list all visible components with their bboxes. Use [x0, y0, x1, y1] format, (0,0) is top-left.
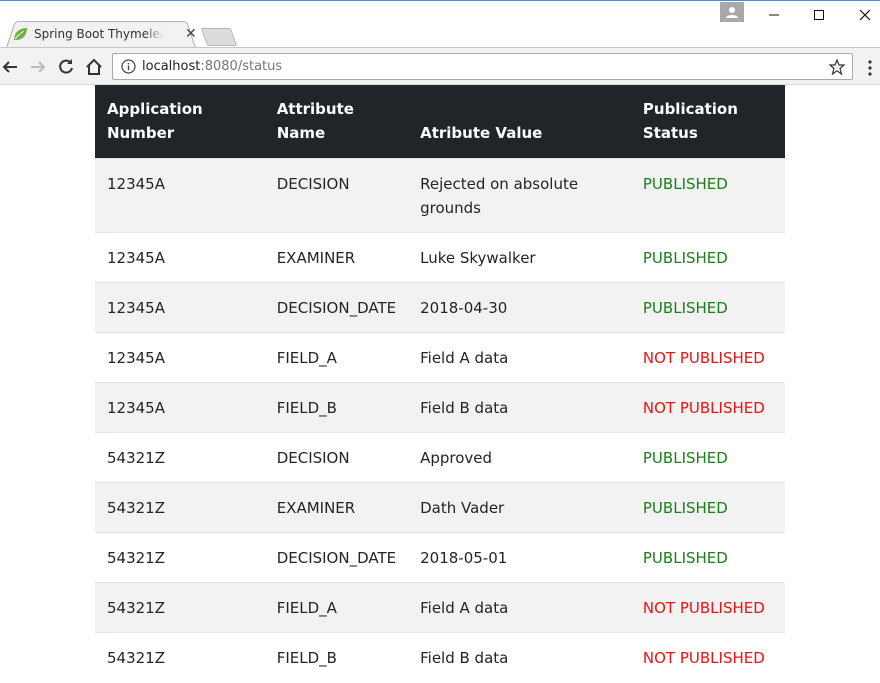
- cell-application-number: 12345A: [95, 332, 265, 383]
- close-icon: [859, 9, 871, 21]
- cell-attribute-value: Field A data: [408, 582, 631, 633]
- cell-publication-status: PUBLISHED: [630, 432, 785, 483]
- cell-publication-status: PUBLISHED: [630, 482, 785, 533]
- close-window-button[interactable]: [850, 3, 880, 27]
- kebab-menu-icon[interactable]: [864, 59, 876, 77]
- table-row: 12345A FIELD_B Field B data NOT PUBLISHED: [95, 382, 785, 433]
- cell-attribute-value: Approved: [408, 432, 631, 483]
- cell-application-number: 12345A: [95, 282, 265, 333]
- person-icon: [726, 7, 738, 18]
- cell-attribute-name: DECISION: [264, 432, 409, 483]
- info-icon[interactable]: [121, 59, 136, 74]
- table-row: 12345A DECISION Rejected on absolute groun…: [95, 158, 785, 233]
- browser-titlebar: Spring Boot Thymeleaf H ✕: [0, 0, 880, 48]
- cell-publication-status: NOT PUBLISHED: [630, 332, 785, 383]
- cell-attribute-name: DECISION_DATE: [264, 282, 409, 333]
- url-text: localhost:8080/status: [142, 59, 283, 74]
- browser-toolbar: localhost:8080/status: [0, 47, 880, 85]
- table-row: 12345A DECISION_DATE 2018-04-30 PUBLISHED: [95, 282, 785, 333]
- table-row: 12345A EXAMINER Luke Skywalker PUBLISHED: [95, 232, 785, 283]
- header-application-number: Application Number: [95, 85, 265, 159]
- cell-attribute-value: Rejected on absolute grounds: [408, 158, 631, 233]
- table-row: 54321Z DECISION Approved PUBLISHED: [95, 432, 785, 483]
- cell-application-number: 12345A: [95, 382, 265, 433]
- cell-attribute-value: 2018-04-30: [408, 282, 631, 333]
- home-icon[interactable]: [84, 57, 104, 77]
- back-arrow-icon[interactable]: [0, 57, 20, 77]
- maximize-button[interactable]: [804, 3, 834, 27]
- cell-attribute-name: DECISION_DATE: [264, 532, 409, 583]
- cell-attribute-value: Field A data: [408, 332, 631, 383]
- maximize-icon: [814, 10, 824, 20]
- header-attribute-name: Attribute Name: [264, 85, 409, 159]
- table-row: 54321Z FIELD_A Field A data NOT PUBLISHED: [95, 582, 785, 633]
- cell-application-number: 54321Z: [95, 432, 265, 483]
- page-content: Application Number Attribute Name Atribu…: [0, 85, 880, 683]
- minimize-button[interactable]: [759, 3, 789, 27]
- new-tab-button[interactable]: [200, 28, 238, 46]
- table-header-row: Application Number Attribute Name Atribu…: [95, 85, 785, 159]
- cell-attribute-value: Field B data: [408, 632, 631, 682]
- cell-attribute-name: EXAMINER: [264, 482, 409, 533]
- header-publication-status: Publication Status: [630, 85, 785, 159]
- cell-application-number: 54321Z: [95, 532, 265, 583]
- cell-publication-status: PUBLISHED: [630, 158, 785, 233]
- cell-attribute-name: FIELD_A: [264, 582, 409, 633]
- cell-attribute-name: FIELD_B: [264, 632, 409, 682]
- table-body: 12345A DECISION Rejected on absolute groun…: [95, 158, 785, 682]
- cell-publication-status: NOT PUBLISHED: [630, 632, 785, 682]
- cell-application-number: 54321Z: [95, 582, 265, 633]
- cell-application-number: 54321Z: [95, 482, 265, 533]
- bookmark-star-icon[interactable]: [829, 59, 845, 75]
- forward-arrow-icon[interactable]: [28, 57, 48, 77]
- cell-attribute-value: Dath Vader: [408, 482, 631, 533]
- cell-application-number: 12345A: [95, 232, 265, 283]
- minimize-icon: [769, 14, 779, 16]
- table-row: 12345A FIELD_A Field A data NOT PUBLISHED: [95, 332, 785, 383]
- cell-attribute-name: EXAMINER: [264, 232, 409, 283]
- cell-publication-status: PUBLISHED: [630, 232, 785, 283]
- browser-tab-content[interactable]: Spring Boot Thymeleaf H ✕: [12, 24, 197, 44]
- tab-title: Spring Boot Thymeleaf H: [34, 27, 164, 41]
- cell-attribute-name: FIELD_B: [264, 382, 409, 433]
- cell-attribute-value: Luke Skywalker: [408, 232, 631, 283]
- address-bar[interactable]: localhost:8080/status: [112, 53, 853, 80]
- cell-application-number: 54321Z: [95, 632, 265, 682]
- table-row: 54321Z FIELD_B Field B data NOT PUBLISHED: [95, 632, 785, 682]
- profile-button[interactable]: [720, 2, 744, 22]
- cell-application-number: 12345A: [95, 158, 265, 233]
- cell-attribute-value: Field B data: [408, 382, 631, 433]
- cell-publication-status: PUBLISHED: [630, 532, 785, 583]
- reload-icon[interactable]: [56, 57, 76, 77]
- spring-leaf-icon: [14, 28, 27, 40]
- cell-publication-status: NOT PUBLISHED: [630, 382, 785, 433]
- cell-publication-status: PUBLISHED: [630, 282, 785, 333]
- cell-publication-status: NOT PUBLISHED: [630, 582, 785, 633]
- cell-attribute-name: DECISION: [264, 158, 409, 233]
- cell-attribute-value: 2018-05-01: [408, 532, 631, 583]
- table-row: 54321Z EXAMINER Dath Vader PUBLISHED: [95, 482, 785, 533]
- tab-close-icon[interactable]: ✕: [185, 26, 197, 42]
- header-attribute-value: Atribute Value: [408, 85, 631, 159]
- cell-attribute-name: FIELD_A: [264, 332, 409, 383]
- table-row: 54321Z DECISION_DATE 2018-05-01 PUBLISHED: [95, 532, 785, 583]
- status-table: Application Number Attribute Name Atribu…: [95, 85, 785, 682]
